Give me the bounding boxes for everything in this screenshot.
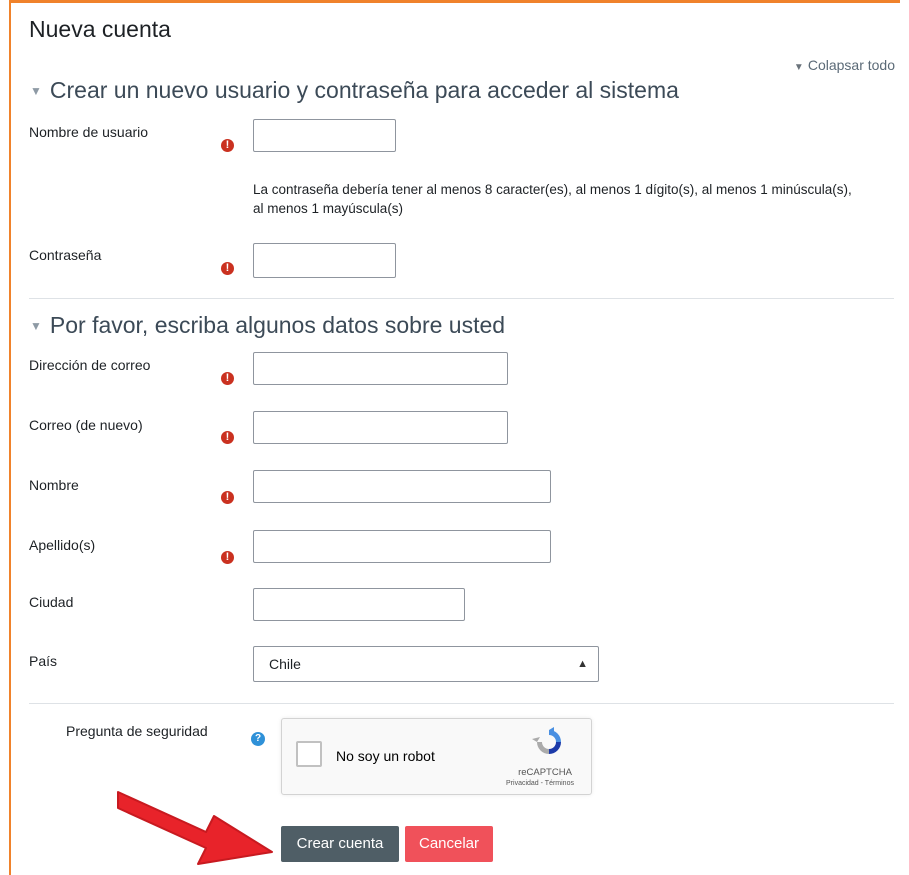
exclamation-circle-icon: ! xyxy=(221,491,234,504)
captcha-label: No soy un robot xyxy=(336,748,435,764)
recaptcha-widget: No soy un robot reCAPTCHA Privacidad - T… xyxy=(281,718,592,795)
caret-down-icon: ▼ xyxy=(30,84,42,98)
section-title: Por favor, escriba algunos datos sobre u… xyxy=(49,312,506,338)
exclamation-circle-icon: ! xyxy=(221,372,234,385)
caret-down-icon: ▼ xyxy=(793,62,804,73)
recaptcha-logo-icon xyxy=(532,727,561,754)
captcha-checkbox[interactable] xyxy=(296,741,322,767)
email-input[interactable] xyxy=(253,352,508,385)
country-select[interactable]: Chile ▲ xyxy=(253,646,599,682)
collapse-all-label: Colapsar todo xyxy=(807,57,895,73)
section-title: Crear un nuevo usuario y contraseña para… xyxy=(49,77,679,103)
cancel-button[interactable]: Cancelar xyxy=(405,826,493,862)
lastname-label: Apellido(s) xyxy=(29,537,96,553)
lastname-input[interactable] xyxy=(253,530,551,563)
email-again-label: Correo (de nuevo) xyxy=(29,417,143,433)
password-hint: La contraseña debería tener al menos 8 c… xyxy=(253,182,852,216)
username-input[interactable] xyxy=(253,119,396,152)
security-question-label: Pregunta de seguridad xyxy=(66,723,208,739)
section-header-account[interactable]: ▼ Crear un nuevo usuario y contraseña par… xyxy=(30,77,679,104)
recaptcha-brand: reCAPTCHA xyxy=(518,767,572,778)
divider xyxy=(29,298,894,299)
exclamation-circle-icon: ! xyxy=(221,431,234,444)
exclamation-circle-icon: ! xyxy=(221,551,234,564)
exclamation-circle-icon: ! xyxy=(221,139,234,152)
collapse-all-link[interactable]: ▼ Colapsar todo xyxy=(794,57,895,73)
firstname-input[interactable] xyxy=(253,470,551,503)
city-input[interactable] xyxy=(253,588,465,621)
caret-down-icon: ▼ xyxy=(30,319,42,333)
email-again-input[interactable] xyxy=(253,411,508,444)
create-account-button[interactable]: Crear cuenta xyxy=(281,826,399,862)
red-arrow-annotation xyxy=(117,791,273,865)
question-circle-icon[interactable]: ? xyxy=(251,732,265,746)
exclamation-circle-icon: ! xyxy=(221,262,234,275)
password-input[interactable] xyxy=(253,243,396,278)
country-label: País xyxy=(29,653,58,669)
username-label: Nombre de usuario xyxy=(29,124,149,140)
recaptcha-links[interactable]: Privacidad - Términos xyxy=(495,780,585,787)
firstname-label: Nombre xyxy=(29,477,79,493)
page-title: Nueva cuenta xyxy=(29,16,171,42)
sort-arrows-icon: ▲ xyxy=(577,658,588,670)
city-label: Ciudad xyxy=(29,594,74,610)
section-header-details[interactable]: ▼ Por favor, escriba algunos datos sobre … xyxy=(30,312,505,339)
country-selected-value: Chile xyxy=(269,656,301,672)
email-label: Dirección de correo xyxy=(29,357,151,373)
divider xyxy=(29,703,894,704)
password-label: Contraseña xyxy=(29,247,102,263)
